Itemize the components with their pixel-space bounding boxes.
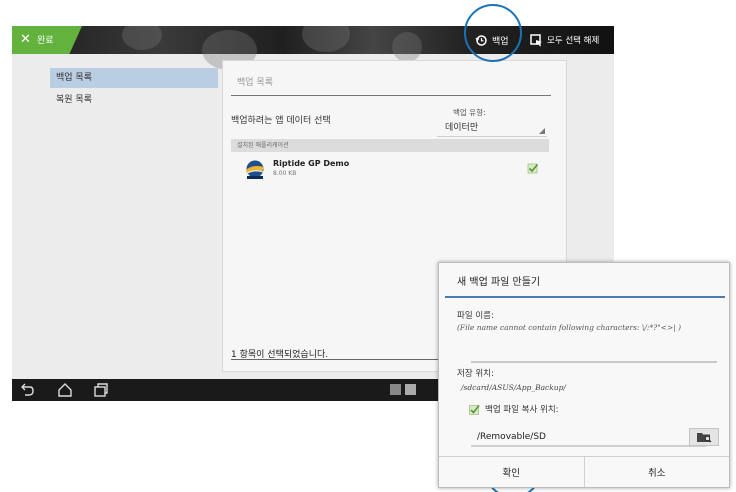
- recent-apps-icon[interactable]: [92, 382, 110, 398]
- dialog-title: 새 백업 파일 만들기: [457, 277, 541, 288]
- nav-item-backup-list[interactable]: 백업 목록: [50, 68, 218, 88]
- copy-path-input[interactable]: /Removable/SD: [471, 427, 707, 447]
- back-icon[interactable]: [18, 382, 36, 398]
- home-icon[interactable]: [56, 382, 74, 398]
- bar-texture: [302, 26, 350, 52]
- panel-title: 백업 목록: [237, 78, 273, 88]
- dialog-button-bar: 확인 취소: [439, 456, 729, 487]
- deselect-cursor-icon: [530, 33, 542, 46]
- app-name: Riptide GP Demo: [273, 159, 350, 168]
- app-list-item[interactable]: Riptide GP Demo 8.00 KB: [231, 156, 549, 182]
- action-bar: ✕ 완료 백업 모두 선택 해제: [12, 26, 614, 70]
- copy-backup-label: 백업 파일 복사 위치:: [485, 405, 559, 415]
- copy-backup-checkbox[interactable]: [469, 404, 480, 415]
- save-location-label: 저장 위치:: [457, 369, 494, 379]
- nav-item-label: 복원 목록: [56, 95, 92, 105]
- nav-item-label: 백업 목록: [56, 73, 92, 83]
- file-name-hint: (File name cannot contain following char…: [457, 323, 682, 332]
- cancel-button[interactable]: 취소: [585, 457, 730, 487]
- backup-type-dropdown[interactable]: 데이터만: [437, 119, 547, 137]
- copy-backup-option[interactable]: 백업 파일 복사 위치:: [469, 403, 559, 415]
- dropdown-corner-icon: [539, 128, 545, 134]
- bar-texture: [122, 26, 162, 50]
- new-backup-file-dialog: 새 백업 파일 만들기 파일 이름: (File name cannot con…: [438, 262, 730, 488]
- divider: [231, 95, 551, 96]
- highlight-circle: [464, 4, 522, 62]
- notification-icon[interactable]: [405, 384, 416, 395]
- app-size: 8.00 KB: [273, 170, 297, 177]
- file-name-label: 파일 이름:: [457, 311, 494, 321]
- folder-browse-icon: [697, 433, 712, 443]
- backup-type-value: 데이터만: [445, 123, 479, 133]
- notification-icon[interactable]: [390, 384, 401, 395]
- nav-item-restore-list[interactable]: 복원 목록: [50, 90, 218, 110]
- done-label: 완료: [37, 36, 54, 46]
- select-app-data-label: 백업하려는 앱 데이터 선택: [231, 116, 331, 126]
- divider: [231, 359, 451, 360]
- app-checkbox[interactable]: [527, 162, 539, 174]
- done-button[interactable]: ✕ 완료: [12, 26, 82, 54]
- file-name-input[interactable]: [471, 349, 717, 363]
- deselect-all-button[interactable]: 모두 선택 해제: [530, 31, 599, 49]
- deselect-all-label: 모두 선택 해제: [547, 36, 600, 46]
- browse-folder-button[interactable]: [689, 428, 719, 446]
- close-icon: ✕: [20, 32, 31, 47]
- installed-apps-header: 설치된 애플리케이션: [231, 139, 549, 152]
- backup-type-label: 백업 유형:: [453, 108, 486, 117]
- dialog-divider: [445, 296, 725, 298]
- riptide-app-icon: [246, 160, 264, 179]
- save-location-value: /sdcard/ASUS/App_Backup/: [461, 383, 566, 392]
- confirm-button[interactable]: 확인: [439, 457, 585, 487]
- bar-texture: [392, 32, 422, 62]
